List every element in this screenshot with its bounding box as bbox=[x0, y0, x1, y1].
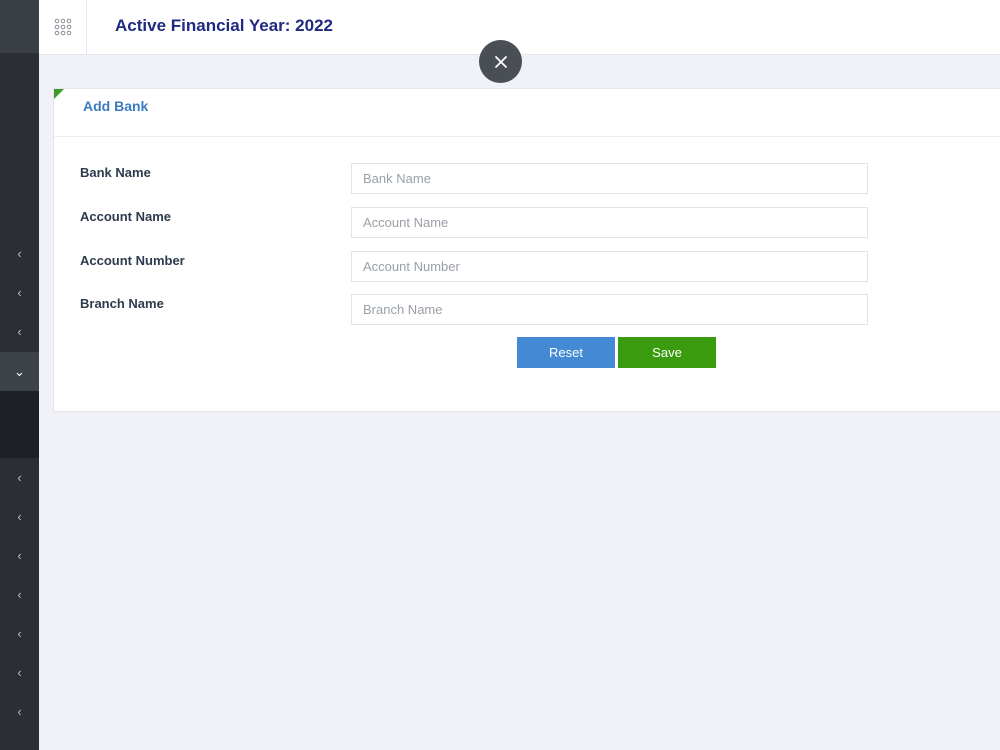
sidebar-item-5[interactable]: ‹ bbox=[0, 458, 39, 497]
close-button[interactable] bbox=[479, 40, 522, 83]
sidebar-item-10[interactable]: ‹ bbox=[0, 653, 39, 692]
chevron-down-icon: ⌄ bbox=[14, 364, 25, 379]
chevron-left-icon: ‹ bbox=[17, 470, 22, 485]
sidebar-submenu bbox=[0, 391, 39, 458]
sidebar-item-3[interactable]: ‹ bbox=[0, 312, 39, 351]
reset-button[interactable]: Reset bbox=[517, 337, 615, 368]
top-header: Active Financial Year: 2022 bbox=[39, 0, 1000, 55]
card-corner-accent bbox=[54, 89, 64, 99]
app-grid-button[interactable] bbox=[39, 0, 87, 54]
account-number-label: Account Number bbox=[80, 253, 185, 268]
sidebar-item-1[interactable]: ‹ bbox=[0, 234, 39, 273]
close-icon bbox=[494, 55, 507, 68]
branch-name-label: Branch Name bbox=[80, 296, 164, 311]
bank-name-input[interactable] bbox=[351, 163, 868, 194]
bank-name-label: Bank Name bbox=[80, 165, 151, 180]
account-name-label: Account Name bbox=[80, 209, 172, 224]
chevron-left-icon: ‹ bbox=[17, 285, 22, 300]
card-divider bbox=[54, 136, 1000, 137]
page-title: Active Financial Year: 2022 bbox=[115, 16, 333, 35]
chevron-left-icon: ‹ bbox=[17, 665, 22, 680]
sidebar-item-9[interactable]: ‹ bbox=[0, 614, 39, 653]
chevron-left-icon: ‹ bbox=[17, 548, 22, 563]
chevron-left-icon: ‹ bbox=[17, 587, 22, 602]
chevron-left-icon: ‹ bbox=[17, 704, 22, 719]
add-bank-card: Add Bank Bank Name Account Name Account … bbox=[53, 88, 1000, 412]
branch-name-input[interactable] bbox=[351, 294, 868, 325]
sidebar-item-4-active[interactable]: ⌄ bbox=[0, 352, 39, 391]
chevron-left-icon: ‹ bbox=[17, 509, 22, 524]
account-number-input[interactable] bbox=[351, 251, 868, 282]
sidebar-item-11[interactable]: ‹ bbox=[0, 692, 39, 731]
sidebar-item-7[interactable]: ‹ bbox=[0, 536, 39, 575]
sidebar-logo-area bbox=[0, 0, 39, 53]
save-button[interactable]: Save bbox=[618, 337, 716, 368]
card-title: Add Bank bbox=[83, 98, 149, 114]
sidebar-item-2[interactable]: ‹ bbox=[0, 273, 39, 312]
chevron-left-icon: ‹ bbox=[17, 626, 22, 641]
account-name-input[interactable] bbox=[351, 207, 868, 238]
chevron-left-icon: ‹ bbox=[17, 246, 22, 261]
sidebar: ‹ ‹ ‹ ⌄ ‹ ‹ ‹ ‹ ‹ ‹ ‹ bbox=[0, 0, 39, 750]
sidebar-item-8[interactable]: ‹ bbox=[0, 575, 39, 614]
sidebar-item-6[interactable]: ‹ bbox=[0, 497, 39, 536]
app-grid-icon bbox=[54, 18, 71, 36]
chevron-left-icon: ‹ bbox=[17, 324, 22, 339]
